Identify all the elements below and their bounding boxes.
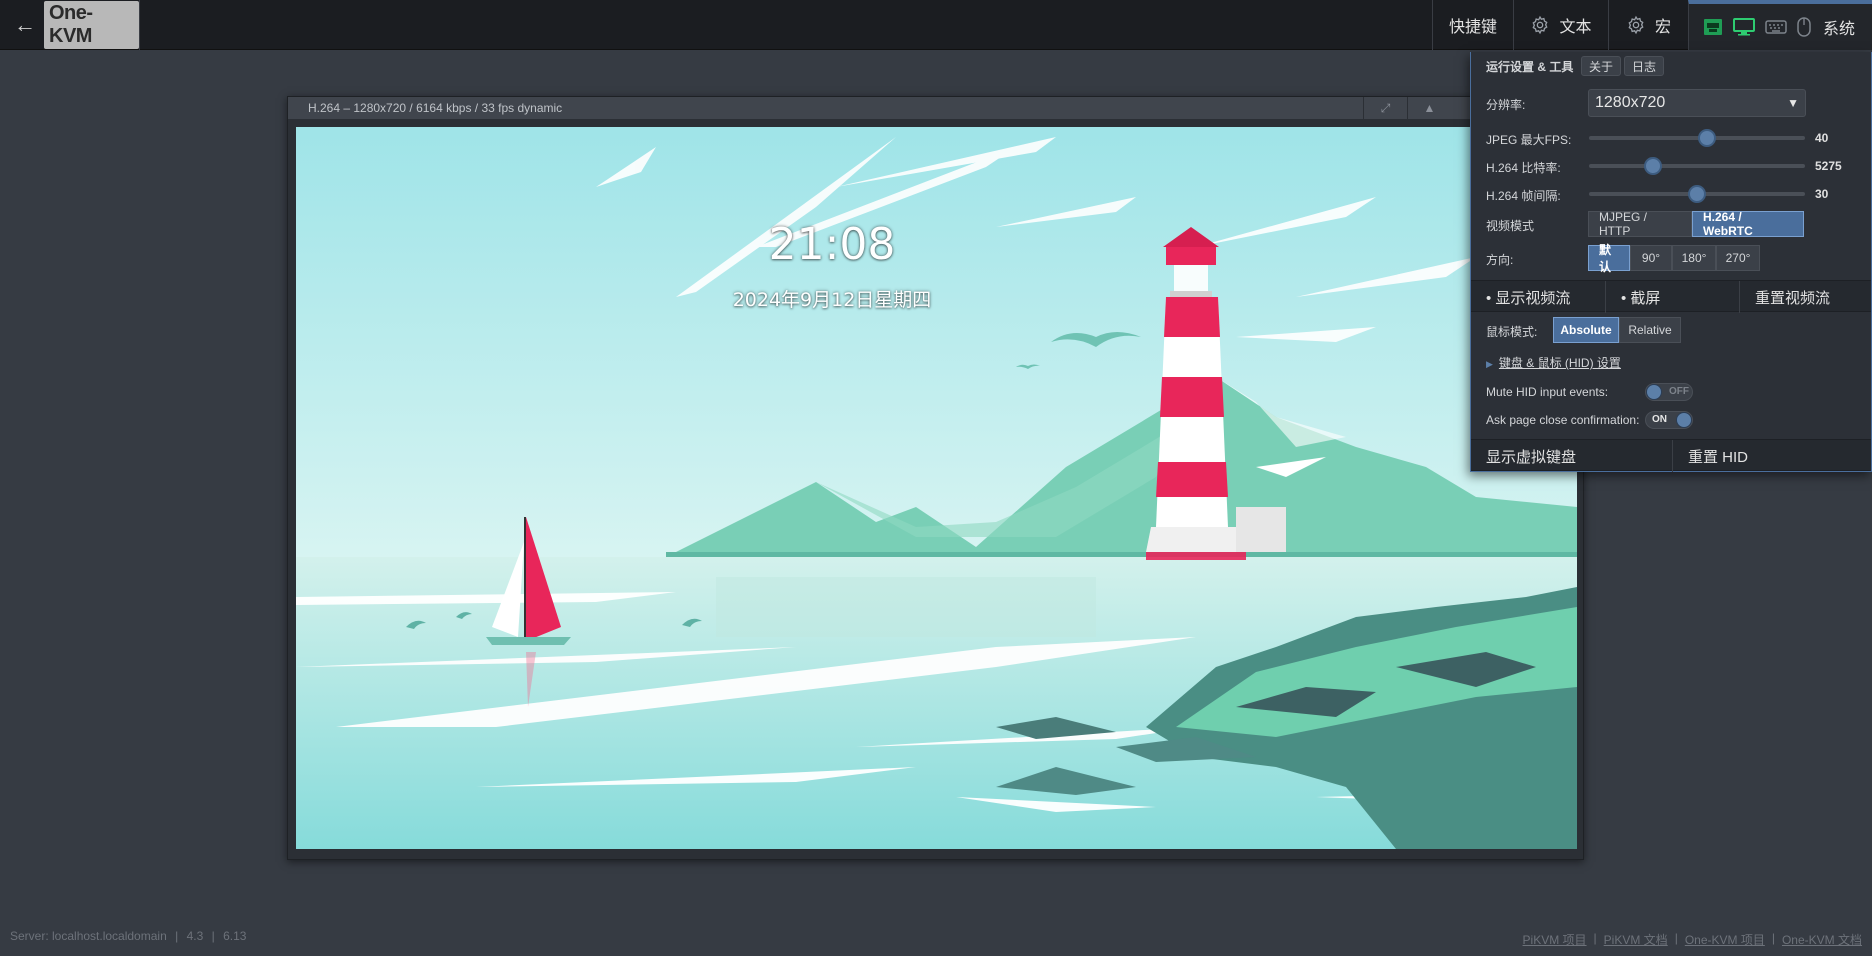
hid-actions-bar: 显示虚拟键盘 重置 HID [1471, 439, 1872, 472]
fullscreen-icon[interactable]: ⤢ [1363, 97, 1407, 119]
h264-bitrate-slider[interactable] [1589, 157, 1805, 175]
toggle-knob [1646, 384, 1662, 400]
server-name: Server: localhost.localdomain [10, 929, 167, 943]
maximize-icon[interactable]: ▲ [1407, 97, 1451, 119]
panel-title: 运行设置 & 工具 [1486, 60, 1574, 74]
reset-hid-button[interactable]: 重置 HID [1672, 440, 1872, 472]
text-menu-button[interactable]: 文本 [1513, 0, 1608, 50]
hid-settings-link-label: 键盘 & 鼠标 (HID) 设置 [1498, 356, 1621, 370]
separator: | [1674, 931, 1678, 945]
resolution-value: 1280x720 [1595, 94, 1666, 111]
remote-screen[interactable]: 21:08 2024年9月12日星期四 [296, 127, 1577, 849]
shortcuts-menu-label: 快捷键 [1448, 19, 1497, 36]
jpeg-fps-slider-thumb[interactable] [1698, 129, 1716, 147]
log-button[interactable]: 日志 [1624, 56, 1665, 76]
brand-area[interactable]: ← One-KVM [0, 0, 140, 50]
mute-hid-state: OFF [1669, 386, 1689, 397]
app-logo: One-KVM [44, 1, 139, 49]
h264-bitrate-slider-thumb[interactable] [1644, 157, 1662, 175]
jpeg-fps-slider[interactable] [1589, 129, 1805, 147]
shortcuts-menu-button[interactable]: 快捷键 [1432, 0, 1513, 50]
orientation-default-button[interactable]: 默认 [1588, 243, 1630, 274]
orientation-180-button[interactable]: 180° [1672, 245, 1716, 271]
h264-bitrate-label: H.264 比特率: [1486, 161, 1561, 175]
mute-hid-toggle[interactable]: OFF [1645, 383, 1693, 401]
network-icon [1704, 19, 1722, 35]
h264-gop-slider-thumb[interactable] [1688, 185, 1706, 203]
stream-actions-bar: • 显示视频流 • 截屏 重置视频流 [1471, 280, 1872, 313]
ask-close-state: ON [1652, 414, 1667, 425]
pikvm-docs-link[interactable]: PiKVM 文档 [1604, 931, 1668, 948]
monitor-icon [1733, 18, 1755, 36]
mouse-mode-relative-button[interactable]: Relative [1619, 317, 1681, 343]
screenshot-button[interactable]: • 截屏 [1605, 281, 1739, 313]
keyboard-icon [1765, 20, 1787, 34]
h264-gop-value: 30 [1815, 187, 1829, 201]
mouse-icon [1797, 17, 1811, 37]
stream-window-header[interactable]: H.264 – 1280x720 / 6164 kbps / 33 fps dy… [288, 97, 1583, 119]
kvmd-version: 4.3 [186, 929, 204, 943]
resolution-select[interactable]: 1280x720 ▼ [1588, 89, 1806, 117]
screen-clock-time: 21:08 [768, 219, 896, 270]
gear-icon [1532, 15, 1548, 35]
orientation-270-button[interactable]: 270° [1716, 245, 1760, 271]
h264-gop-slider[interactable] [1589, 185, 1805, 203]
onekvm-project-link[interactable]: One-KVM 项目 [1685, 931, 1765, 948]
mouse-mode-label: 鼠标模式: [1486, 325, 1538, 339]
jpeg-fps-value: 40 [1815, 131, 1829, 145]
about-button[interactable]: 关于 [1581, 56, 1622, 76]
system-menu-label: 系统 [1823, 21, 1856, 38]
chevron-down-icon: ▼ [1787, 96, 1799, 110]
system-menu-button[interactable]: 系统 [1688, 0, 1872, 50]
stream-window[interactable]: H.264 – 1280x720 / 6164 kbps / 33 fps dy… [287, 96, 1584, 860]
video-mode-label: 视频模式 [1486, 219, 1535, 233]
kernel-version: 6.13 [223, 929, 247, 943]
show-stream-button[interactable]: • 显示视频流 [1471, 281, 1605, 313]
screen-clock-date: 2024年9月12日星期四 [732, 289, 932, 311]
separator: | [1771, 931, 1775, 945]
top-navbar: ← One-KVM 快捷键 文本 宏 系统 [0, 0, 1872, 50]
footer-links: PiKVM 项目 | PiKVM 文档 | One-KVM 项目 | One-K… [1523, 931, 1862, 948]
back-arrow-icon[interactable]: ← [14, 14, 36, 36]
ask-close-toggle[interactable]: ON [1645, 411, 1693, 429]
separator: | [175, 929, 179, 943]
text-menu-label: 文本 [1559, 19, 1592, 36]
separator: | [1593, 931, 1597, 945]
hid-settings-link[interactable]: ▶ 键盘 & 鼠标 (HID) 设置 [1486, 354, 1621, 371]
separator: | [211, 929, 215, 943]
triangle-right-icon: ▶ [1486, 359, 1493, 369]
stream-info-title: H.264 – 1280x720 / 6164 kbps / 33 fps dy… [308, 101, 563, 115]
macro-menu-button[interactable]: 宏 [1608, 0, 1688, 50]
gear-icon [1628, 15, 1644, 35]
system-settings-panel: 运行设置 & 工具 关于 日志 分辨率: 1280x720 ▼ JPEG 最大F… [1470, 52, 1872, 472]
mute-hid-label: Mute HID input events: [1486, 385, 1609, 399]
server-info: Server: localhost.localdomain | 4.3 | 6.… [10, 929, 246, 943]
orientation-90-button[interactable]: 90° [1630, 245, 1672, 271]
resolution-label: 分辨率: [1486, 98, 1526, 112]
video-mode-mjpeg-button[interactable]: MJPEG / HTTP [1588, 210, 1692, 238]
toggle-knob [1676, 412, 1692, 428]
orientation-label: 方向: [1486, 253, 1514, 267]
pikvm-project-link[interactable]: PiKVM 项目 [1523, 931, 1587, 948]
reset-stream-button[interactable]: 重置视频流 [1739, 281, 1872, 313]
video-mode-h264-button[interactable]: H.264 / WebRTC [1692, 210, 1804, 238]
h264-bitrate-value: 5275 [1815, 159, 1842, 173]
ask-close-label: Ask page close confirmation: [1486, 413, 1640, 427]
mouse-mode-absolute-button[interactable]: Absolute [1553, 317, 1619, 343]
jpeg-fps-label: JPEG 最大FPS: [1486, 133, 1572, 147]
h264-gop-label: H.264 帧间隔: [1486, 189, 1561, 203]
onekvm-docs-link[interactable]: One-KVM 文档 [1782, 931, 1862, 948]
macro-menu-label: 宏 [1654, 19, 1671, 36]
show-keyboard-button[interactable]: 显示虚拟键盘 [1471, 440, 1672, 472]
